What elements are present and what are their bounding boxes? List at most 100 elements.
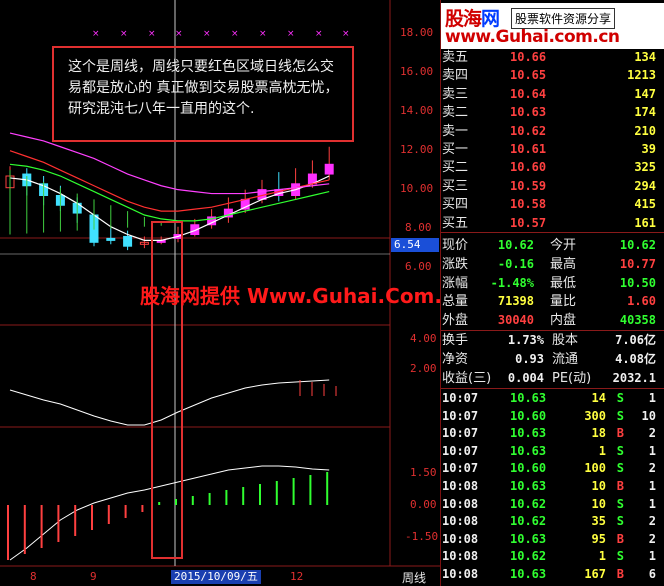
tick-side: S	[616, 549, 624, 564]
mid-line	[9, 379, 330, 426]
tick-row[interactable]: 10:07 10.60 100 S 2	[442, 459, 662, 478]
finance-row: 收益(三) 0.004 PE(动) 2032.1	[442, 369, 662, 388]
tick-price: 10.63	[510, 567, 547, 581]
ma-white	[9, 175, 330, 241]
finance-label: 净资	[442, 351, 469, 367]
tick-count: 6	[648, 567, 656, 581]
tick-label: 0.00	[410, 498, 437, 511]
tick-count: 1	[648, 549, 656, 564]
quote-value: 10.62	[619, 238, 656, 252]
candles	[5, 146, 334, 251]
candle-body	[106, 237, 116, 241]
tick-side: S	[616, 391, 624, 405]
tick-row[interactable]: 10:07 10.60 300 S 10	[442, 407, 662, 426]
book-label: 卖三	[442, 86, 469, 102]
tick-label: 8.00	[405, 221, 432, 234]
quote-row: 外盘 30040 内盘 40358	[442, 311, 662, 330]
quote-value: 30040	[497, 313, 534, 328]
quote-value: 10.50	[619, 275, 656, 290]
quote-label: 量比	[550, 294, 577, 310]
order-book-row: 卖一 10.62 210	[442, 122, 662, 141]
tick-volume: 167	[584, 567, 606, 581]
marker-x: ×	[175, 29, 183, 39]
quote-label: 最低	[550, 275, 577, 291]
annotation-box: 这个是周线，周线只要红色区域日线怎么交易都是放心的 真正做到交易股票高枕无忧，研…	[52, 46, 354, 142]
marker-x: ×	[342, 29, 350, 39]
tick-row[interactable]: 10:07 10.63 18 B 2	[442, 424, 662, 443]
tick-row[interactable]: 10:07 10.63 1 S 1	[442, 442, 662, 461]
tick-time: 10:07	[442, 391, 479, 405]
tick-volume: 300	[584, 408, 606, 423]
book-price: 10.62	[510, 123, 547, 138]
quote-value: 40358	[619, 313, 656, 328]
tick-count: 2	[648, 461, 656, 476]
tick-side: B	[616, 426, 624, 441]
tick-count: 10	[641, 408, 656, 423]
book-price: 10.60	[510, 160, 547, 175]
quote-row: 总量 71398 量比 1.60	[442, 292, 662, 311]
order-book-row: 卖二 10.63 174	[442, 103, 662, 122]
quote-label: 总量	[442, 294, 469, 310]
tick-count: 2	[648, 531, 656, 546]
book-price: 10.64	[510, 86, 547, 101]
book-volume: 210	[634, 123, 656, 138]
quote-value: 1.60	[627, 294, 656, 309]
tick-volume: 18	[591, 426, 606, 441]
lower-indicator	[7, 465, 330, 561]
quote-label: 外盘	[442, 313, 469, 329]
top-markers: × × × × × × × × × ×	[92, 29, 350, 39]
period-label[interactable]: 周线	[402, 569, 426, 586]
tick-price: 10.62	[510, 549, 547, 564]
tick-row[interactable]: 10:08 10.62 35 S 2	[442, 512, 662, 531]
marker-x: ×	[315, 29, 323, 39]
tick-volume: 100	[584, 461, 606, 476]
book-volume: 415	[634, 197, 656, 212]
book-volume: 39	[641, 142, 656, 156]
tick-count: 1	[648, 496, 656, 511]
finance-value: 1.73%	[507, 333, 544, 347]
book-label: 买三	[442, 178, 469, 194]
quote-label: 涨幅	[442, 275, 469, 291]
tick-label: 6.00	[405, 260, 432, 273]
tick-label: 14.00	[400, 104, 433, 117]
tick-volume: 10	[591, 479, 606, 493]
tick-row[interactable]: 10:08 10.62 10 S 1	[442, 495, 662, 514]
marker-x: ×	[148, 29, 156, 39]
quote-label: 最高	[550, 256, 577, 272]
tick-time: 10:08	[442, 531, 479, 546]
tick-price: 10.60	[510, 408, 547, 423]
book-label: 买四	[442, 197, 469, 213]
tick-label: 12.00	[400, 143, 433, 156]
tick-time: 10:07	[442, 426, 479, 441]
book-volume: 325	[634, 160, 656, 175]
book-volume: 161	[634, 215, 656, 230]
finance-label: 股本	[552, 333, 579, 348]
book-price: 10.59	[510, 178, 547, 193]
book-volume: 174	[634, 105, 656, 120]
marker-x: ×	[92, 29, 100, 39]
order-book-row: 买三 10.59 294	[442, 177, 662, 196]
tick-side: S	[616, 461, 624, 476]
logo-url: www.Guhai.com.cn	[445, 27, 620, 47]
tick-price: 10.63	[510, 391, 547, 405]
finance-value: 2032.1	[612, 370, 656, 385]
mid-indicator	[9, 379, 337, 426]
tick-count: 1	[648, 391, 656, 405]
tick-time: 10:08	[442, 496, 479, 511]
tick-row[interactable]: 10:08 10.62 1 S 1	[442, 547, 662, 566]
quote-row: 涨幅 -1.48% 最低 10.50	[442, 274, 662, 293]
quote-row: 涨跌 -0.16 最高 10.77	[442, 255, 662, 274]
tick-row[interactable]: 10:08 10.63 167 B 6	[442, 565, 662, 584]
tick-side: B	[616, 531, 624, 546]
book-label: 卖二	[442, 105, 469, 121]
tick-row[interactable]: 10:08 10.63 95 B 2	[442, 530, 662, 549]
tick-row[interactable]: 10:08 10.63 10 B 1	[442, 477, 662, 496]
tick-volume: 1	[598, 443, 606, 458]
tick-label: 16.00	[400, 65, 433, 78]
tick-price: 10.62	[510, 496, 547, 511]
order-book-row: 买二 10.60 325	[442, 158, 662, 177]
tick-row[interactable]: 10:07 10.63 14 S 1	[442, 389, 662, 408]
x-tick: 12	[290, 570, 304, 583]
quote-label: 内盘	[550, 313, 577, 329]
tick-label: 4.00	[410, 332, 437, 345]
